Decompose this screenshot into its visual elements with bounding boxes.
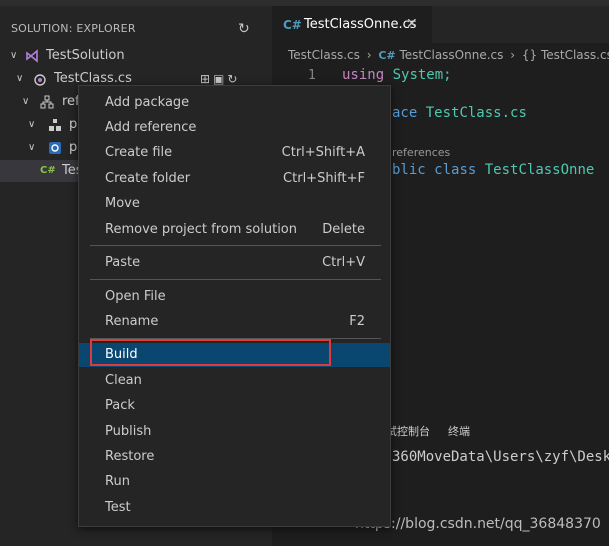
menu-item-label: Publish [105,424,152,439]
menu-item-label: Add package [105,95,190,110]
chevron-down-icon[interactable]: ∨ [22,91,29,113]
context-menu: Add package Add reference Create file Ctr… [78,85,391,527]
tab-bar: C# TestClassOnne.cs ✕ [272,6,609,44]
breadcrumb: TestClass.cs › C# TestClassOnne.cs › {} … [288,48,609,62]
menu-item-rename[interactable]: Rename F2 [79,310,390,334]
menu-item-shortcut: Delete [322,222,365,237]
menu-item-move[interactable]: Move [79,192,390,216]
close-icon[interactable]: ✕ [406,16,418,32]
menu-item-label: Remove project from solution [105,222,298,237]
menu-item-label: Restore [105,449,155,464]
line-number: 1 [308,68,316,83]
refresh-icon[interactable]: ↻ [238,21,250,37]
tab-debug-console[interactable]: 试控制台 [386,425,430,438]
tab-testclassonne[interactable]: C# TestClassOnne.cs ✕ [272,6,432,44]
menu-separator [90,279,381,280]
chevron-down-icon[interactable]: ∨ [10,45,17,67]
chevron-down-icon[interactable]: ∨ [28,137,35,159]
panel-tabs: 试控制台 终端 [386,423,488,439]
chevron-down-icon[interactable]: ∨ [16,68,23,90]
chevron-right-icon: › [366,48,372,62]
menu-item-shortcut: Ctrl+Shift+A [281,145,365,160]
solution-label: TestSolution [46,48,125,63]
menu-item-label: Clean [105,373,142,388]
menu-item-shortcut: Ctrl+Shift+F [283,171,365,186]
references-label: ref [62,94,80,109]
project-reference-label: p [69,140,78,155]
highlight-box [90,339,331,366]
menu-item-add-reference[interactable]: Add reference [79,116,390,140]
tab-terminal[interactable]: 终端 [448,425,470,438]
breadcrumb-item[interactable]: TestClass.cs [541,48,609,62]
codelens-references[interactable]: references [392,146,450,159]
menu-item-test[interactable]: Test [79,496,390,520]
breadcrumb-item[interactable]: TestClass.cs [288,48,360,62]
terminal-output[interactable]: 360MoveData\Users\zyf\Desk [392,449,609,465]
menu-item-label: Test [105,500,131,515]
watermark: https://blog.csdn.net/qq_36848370 [355,516,601,532]
menu-item-add-package[interactable]: Add package [79,91,390,115]
tab-label: TestClassOnne.cs [304,17,417,32]
menu-item-pack[interactable]: Pack [79,394,390,418]
csharp-file-icon: C# [40,165,56,176]
menu-item-clean[interactable]: Clean [79,369,390,393]
references-icon [40,95,54,109]
solution-explorer-title: SOLUTION: EXPLORER [11,22,136,35]
menu-item-shortcut: Ctrl+V [322,255,365,270]
chevron-right-icon: › [510,48,516,62]
menu-item-run[interactable]: Run [79,470,390,494]
csharp-icon: C# [378,49,396,62]
menu-item-create-folder[interactable]: Create folder Ctrl+Shift+F [79,167,390,191]
menu-item-label: Rename [105,314,159,329]
project-reference-icon [49,142,61,154]
menu-item-label: Add reference [105,120,197,135]
package-icon [49,119,61,131]
csproj-icon [34,74,46,86]
code-line-1[interactable]: using System; [342,67,452,83]
menu-item-shortcut: F2 [349,314,365,329]
menu-separator [90,245,381,246]
menu-item-label: Create folder [105,171,191,186]
menu-item-paste[interactable]: Paste Ctrl+V [79,251,390,275]
breadcrumb-item[interactable]: TestClassOnne.cs [399,48,503,62]
code-line-3[interactable]: blic class TestClassOnne [392,162,594,178]
namespace-icon: {} [521,48,538,62]
tree-item-solution[interactable]: ∨ TestSolution [0,45,272,67]
menu-item-label: Paste [105,255,141,270]
menu-item-label: Open File [105,289,166,304]
menu-item-restore[interactable]: Restore [79,445,390,469]
menu-item-publish[interactable]: Publish [79,420,390,444]
menu-item-remove-project[interactable]: Remove project from solution Delete [79,218,390,242]
menu-item-label: Move [105,196,140,211]
solution-icon [26,49,38,63]
package-label: p [69,117,78,132]
menu-item-create-file[interactable]: Create file Ctrl+Shift+A [79,141,390,165]
chevron-down-icon[interactable]: ∨ [28,114,35,136]
menu-item-label: Run [105,474,130,489]
csharp-icon: C# [283,18,302,32]
code-line-2[interactable]: ace TestClass.cs [392,105,527,121]
menu-item-label: Create file [105,145,173,160]
menu-item-open-file[interactable]: Open File [79,285,390,309]
menu-item-label: Pack [105,398,135,413]
